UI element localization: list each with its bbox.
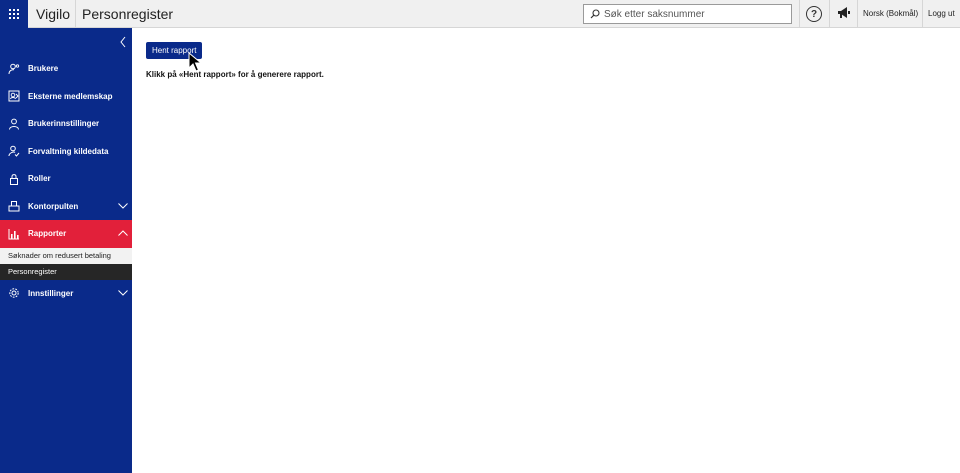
desk-icon: [8, 200, 20, 212]
sidebar-item-eksterne-medlemskap[interactable]: Eksterne medlemskap: [0, 83, 132, 111]
toolbar-divider: [829, 0, 830, 28]
sidebar-item-label: Innstillinger: [28, 288, 74, 298]
app-name[interactable]: Vigilo: [28, 0, 76, 27]
sidebar-item-label: Rapporter: [28, 229, 67, 239]
sidebar-item-brukere[interactable]: Brukere: [0, 55, 132, 83]
sidebar-item-label: Roller: [28, 174, 51, 184]
user-check-icon: [8, 145, 20, 157]
sidebar-item-label: Eksterne medlemskap: [28, 91, 113, 101]
logout-link[interactable]: Logg ut: [928, 9, 955, 18]
grid-icon: [9, 9, 19, 19]
chevron-left-icon: [120, 36, 126, 48]
subitem-soknader-om-redusert-betaling[interactable]: Søknader om redusert betaling: [0, 247, 132, 264]
sidebar-item-label: Brukerinnstillinger: [28, 119, 100, 129]
sidebar-item-brukerinnstillinger[interactable]: Brukerinnstillinger: [0, 110, 132, 138]
page-title: Personregister: [82, 5, 174, 22]
instruction-text: Klikk på «Hent rapport» for å generere r…: [146, 70, 324, 79]
external-membership-icon: [8, 90, 20, 102]
chevron-down-icon[interactable]: [118, 289, 128, 298]
sidebar-item-label: Kontorpulten: [28, 201, 79, 211]
sidebar-nav: Brukere Eksterne medlemskap Brukerinnsti…: [0, 55, 132, 307]
collapse-sidebar-button[interactable]: [119, 35, 127, 53]
subitem-personregister[interactable]: Personregister: [0, 263, 132, 280]
chevron-up-icon[interactable]: [118, 229, 128, 238]
person-key-icon: [8, 63, 20, 75]
sidebar: Brukere Eksterne medlemskap Brukerinnsti…: [0, 28, 132, 473]
bar-chart-icon: [8, 228, 20, 240]
app-launcher-button[interactable]: [0, 0, 28, 28]
sidebar-item-rapporter[interactable]: Rapporter: [0, 220, 132, 248]
user-icon: [8, 118, 20, 130]
megaphone-icon[interactable]: [837, 6, 851, 25]
search-input[interactable]: [604, 8, 784, 20]
sidebar-item-kontorpulten[interactable]: Kontorpulten: [0, 193, 132, 221]
sidebar-item-label: Forvaltning kildedata: [28, 146, 109, 156]
main-content: Hent rapport Klikk på «Hent rapport» for…: [132, 28, 960, 473]
gear-icon: [8, 287, 20, 299]
language-selector[interactable]: Norsk (Bokmål): [863, 9, 918, 18]
mouse-cursor-icon: [188, 51, 203, 77]
sidebar-item-forvaltning-kildedata[interactable]: Forvaltning kildedata: [0, 138, 132, 166]
toolbar-divider: [799, 0, 800, 28]
toolbar-divider: [857, 0, 858, 28]
sidebar-item-innstillinger[interactable]: Innstillinger: [0, 280, 132, 308]
lock-icon: [8, 173, 20, 185]
search-box[interactable]: [583, 4, 792, 24]
sidebar-item-label: Brukere: [28, 64, 59, 74]
chevron-down-icon[interactable]: [118, 202, 128, 211]
sidebar-item-roller[interactable]: Roller: [0, 165, 132, 193]
search-icon: [590, 9, 600, 19]
toolbar-divider: [922, 0, 923, 28]
help-icon[interactable]: ?: [806, 6, 822, 22]
